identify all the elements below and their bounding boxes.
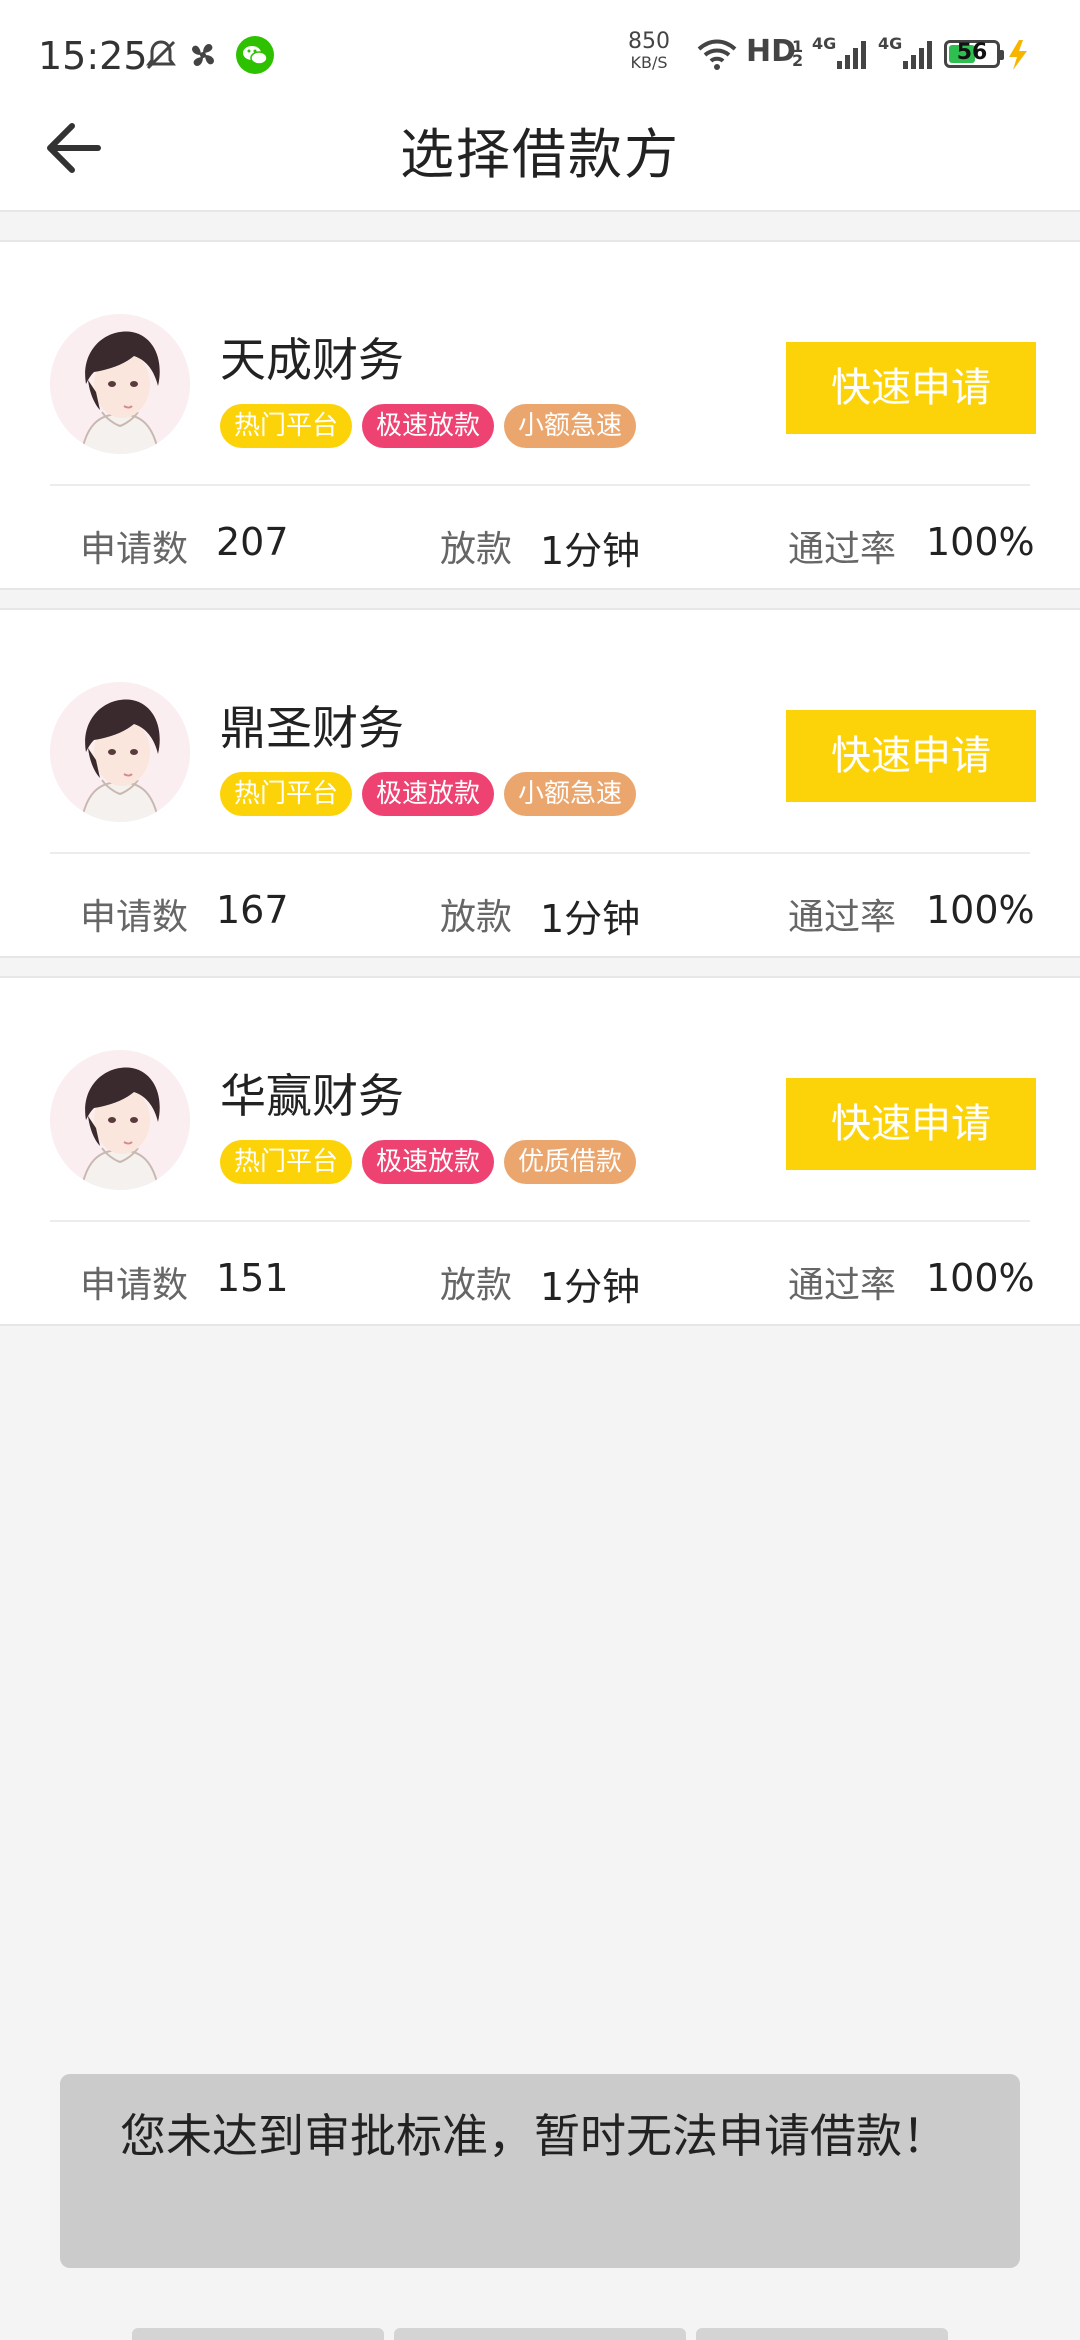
payout-value: 1分钟 xyxy=(540,897,641,941)
apply-count-value: 151 xyxy=(216,1256,289,1300)
divider xyxy=(50,484,1030,486)
battery-level: 56 xyxy=(956,40,988,65)
bottom-bar-segment xyxy=(696,2328,948,2340)
status-bar: 15:25 850 KB/S HD 1 2 4G 4G 56 xyxy=(0,0,1080,100)
apply-count-value: 207 xyxy=(216,520,289,564)
payout-label: 放款 xyxy=(440,1265,513,1306)
charging-icon xyxy=(1004,36,1034,74)
pass-rate-value: 100% xyxy=(926,888,1035,932)
lender-list: 天成财务 热门平台 极速放款 小额急速 快速申请 申请数 207 放款 1分钟 … xyxy=(0,240,1080,1344)
status-time: 15:25 xyxy=(38,34,148,78)
tag-hot: 热门平台 xyxy=(220,772,353,816)
app-header: 选择借款方 xyxy=(0,100,1080,212)
avatar xyxy=(50,682,190,822)
toast-message: 您未达到审批标准，暂时无法申请借款！ xyxy=(60,2074,1020,2268)
bottom-bar-segment xyxy=(132,2328,384,2340)
apply-count-label: 申请数 xyxy=(80,897,189,938)
payout-value: 1分钟 xyxy=(540,1265,641,1309)
avatar xyxy=(50,314,190,454)
payout-label: 放款 xyxy=(440,529,513,570)
pinwheel-icon xyxy=(184,36,222,74)
apply-count-label: 申请数 xyxy=(80,529,189,570)
battery-icon: 56 xyxy=(944,40,1004,68)
tag-hot: 热门平台 xyxy=(220,404,353,448)
divider xyxy=(50,852,1030,854)
pass-rate-value: 100% xyxy=(926,520,1035,564)
apply-button[interactable]: 快速申请 xyxy=(786,710,1036,802)
bottom-bar-segment xyxy=(394,2328,686,2340)
pass-rate-label: 通过率 xyxy=(788,897,897,938)
divider xyxy=(50,1220,1030,1222)
avatar xyxy=(50,1050,190,1190)
tag-list: 热门平台 极速放款 小额急速 xyxy=(220,404,637,448)
stats-row: 申请数 207 放款 1分钟 通过率 100% xyxy=(0,508,1080,578)
hd-indicator: HD xyxy=(746,34,797,69)
lender-name: 华赢财务 xyxy=(220,1069,404,1123)
payout-value: 1分钟 xyxy=(540,529,641,573)
network-type-label: 4G xyxy=(878,34,903,53)
tag-list: 热门平台 极速放款 优质借款 xyxy=(220,1140,637,1184)
lender-name: 鼎圣财务 xyxy=(220,701,404,755)
tag-fast: 极速放款 xyxy=(362,404,495,448)
stats-row: 申请数 167 放款 1分钟 通过率 100% xyxy=(0,876,1080,946)
tag-extra: 小额急速 xyxy=(504,772,637,816)
stats-row: 申请数 151 放款 1分钟 通过率 100% xyxy=(0,1244,1080,1314)
mute-bell-icon xyxy=(142,36,180,74)
lender-card: 天成财务 热门平台 极速放款 小额急速 快速申请 申请数 207 放款 1分钟 … xyxy=(0,240,1080,590)
pass-rate-value: 100% xyxy=(926,1256,1035,1300)
wechat-icon xyxy=(234,36,276,74)
apply-count-label: 申请数 xyxy=(80,1265,189,1306)
lender-name: 天成财务 xyxy=(220,333,404,387)
lender-card: 鼎圣财务 热门平台 极速放款 小额急速 快速申请 申请数 167 放款 1分钟 … xyxy=(0,608,1080,958)
network-type-label: 4G xyxy=(812,34,837,53)
tag-extra: 优质借款 xyxy=(504,1140,637,1184)
signal-icon xyxy=(834,36,870,74)
tag-extra: 小额急速 xyxy=(504,404,637,448)
apply-count-value: 167 xyxy=(216,888,289,932)
wifi-icon xyxy=(694,36,740,74)
signal-icon xyxy=(900,36,936,74)
tag-fast: 极速放款 xyxy=(362,1140,495,1184)
tag-list: 热门平台 极速放款 小额急速 xyxy=(220,772,637,816)
network-speed: 850 KB/S xyxy=(628,29,670,72)
tag-fast: 极速放款 xyxy=(362,772,495,816)
hd-sub-indicator: 1 2 xyxy=(792,37,804,70)
apply-button[interactable]: 快速申请 xyxy=(786,1078,1036,1170)
page-title: 选择借款方 xyxy=(400,123,680,186)
payout-label: 放款 xyxy=(440,897,513,938)
apply-button[interactable]: 快速申请 xyxy=(786,342,1036,434)
lender-card: 华赢财务 热门平台 极速放款 优质借款 快速申请 申请数 151 放款 1分钟 … xyxy=(0,976,1080,1326)
pass-rate-label: 通过率 xyxy=(788,1265,897,1306)
tag-hot: 热门平台 xyxy=(220,1140,353,1184)
pass-rate-label: 通过率 xyxy=(788,529,897,570)
